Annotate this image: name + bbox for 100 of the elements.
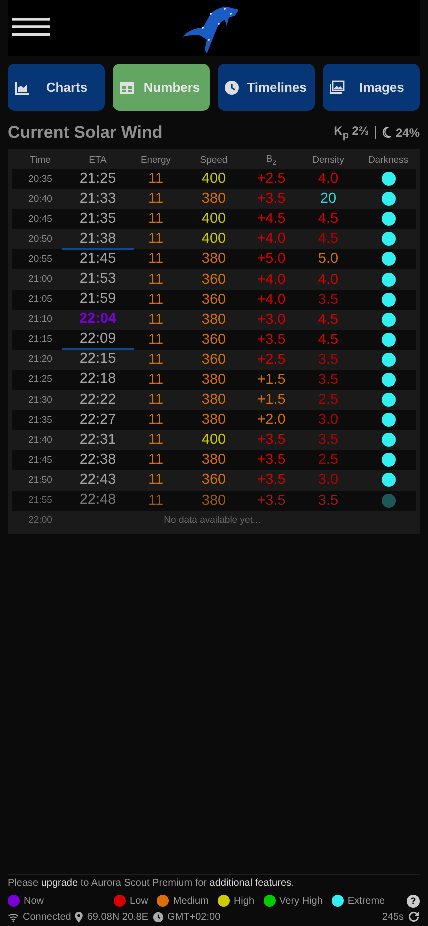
table-cell-text: 11 [147, 292, 165, 308]
table-cell-text: 400 [200, 231, 228, 248]
table-cell-text: 380 [200, 492, 228, 509]
table-cell-text: 21:45 [78, 250, 118, 269]
legend-label: Low [130, 896, 148, 906]
table-cell-text: 11 [147, 171, 165, 188]
table-cell-text: +1.5 [256, 372, 287, 388]
table-cell-text: 21:40 [28, 434, 54, 446]
legend-label: Medium [173, 896, 209, 906]
table-cell-text: 11 [147, 392, 165, 408]
location-text: 69.08N 20.8E [87, 912, 149, 922]
upgrade-notice: Please upgrade to Aurora Scout Premium for additional features. [8, 878, 296, 889]
column-header: Speed [199, 154, 229, 166]
table-cell-text: +2.5 [256, 352, 287, 368]
table-cell-text: 400 [200, 432, 228, 448]
table-cell-text: 11 [147, 412, 165, 428]
table-cell-text: 11 [147, 312, 165, 328]
legend-label: Now [24, 896, 44, 906]
moon-icon [382, 126, 392, 140]
moon-illumination: 24% [396, 126, 420, 140]
table-cell-text: +3.5 [256, 472, 287, 488]
table-cell-text: 3.0 [317, 472, 340, 488]
table-cell-text: +5.0 [256, 251, 287, 268]
table-cell-text: 21:55 [28, 495, 54, 506]
column-header: B$_{z}$ [265, 154, 278, 166]
table-cell-text: 11 [147, 191, 165, 208]
kp-index: K$_{p}$ 2⅔ [334, 124, 369, 142]
table-cell-text: 20:45 [28, 214, 54, 225]
table-cell-text: 21:30 [28, 394, 54, 406]
table-cell-text: 380 [200, 372, 228, 388]
table-cell-text: 11 [147, 272, 165, 288]
table-cell-text: 5.0 [317, 251, 340, 268]
table-cell-text: 11 [147, 492, 165, 509]
table-cell-text: +3.5 [256, 492, 287, 509]
table-cell-text: 360 [200, 472, 228, 488]
table-cell-text: 4.5 [317, 312, 340, 328]
legend-label: Very High [280, 896, 323, 906]
table-cell-text: 21:25 [78, 170, 118, 189]
table-cell-text: +4.5 [256, 211, 287, 228]
column-header: ETA [88, 154, 108, 166]
table-cell-text: +4.0 [256, 292, 287, 308]
images-icon [329, 80, 345, 96]
table-cell-text: 400 [200, 171, 228, 188]
column-header: Time [29, 154, 52, 166]
refresh-icon[interactable] [408, 911, 420, 923]
table-cell-text: 22:04 [78, 311, 118, 330]
tab[interactable]: Timelines [218, 64, 315, 111]
table-cell-text: 21:25 [28, 374, 54, 386]
menu-icon[interactable] [12, 18, 51, 37]
table-cell-text: 4.0 [317, 272, 340, 288]
table-cell-text: +4.0 [256, 272, 287, 288]
table-cell-text: 21:00 [28, 274, 54, 286]
table-cell-text: 21:50 [28, 474, 54, 486]
help-button[interactable]: ? [407, 894, 420, 908]
table-cell-text: 400 [200, 211, 228, 228]
legend-label: Extreme [348, 896, 386, 906]
table-cell-text: 21:53 [78, 271, 118, 290]
table-cell-text: 3.5 [317, 372, 340, 388]
table-cell-text: 11 [147, 432, 165, 448]
table-cell-text: 3.0 [317, 412, 340, 428]
table-cell-text: 380 [200, 251, 228, 268]
table-cell-text: 2.5 [317, 392, 340, 408]
table-cell-text: 22:22 [78, 392, 118, 410]
wifi-icon [8, 912, 19, 922]
legend-label: High [234, 896, 255, 906]
table-cell-text: 22:15 [78, 351, 118, 370]
table-cell-text: 3.5 [317, 492, 340, 509]
refresh-countdown: 245s [382, 912, 404, 922]
column-header: Energy [140, 154, 172, 166]
table-cell-text: +3.5 [256, 191, 287, 208]
table-cell-text: 20:50 [28, 234, 54, 245]
table-cell-text: 21:59 [78, 291, 118, 310]
table-cell-text: 11 [147, 352, 165, 368]
table-cell-text: 22:00 [28, 515, 54, 526]
table-cell-text: +4.0 [256, 231, 287, 248]
table-cell-text: 360 [200, 352, 228, 368]
table-cell-text: 21:35 [28, 414, 54, 426]
table-cell-text: 21:15 [28, 334, 54, 346]
table-cell-text: 11 [147, 452, 165, 468]
table-cell-text: 22:43 [78, 472, 118, 490]
table-cell-text: 11 [147, 211, 165, 228]
table-cell-text: 3.5 [317, 432, 340, 448]
table-cell-text: 22:38 [78, 452, 118, 470]
table-cell-text: 20 [319, 191, 338, 208]
table-cell-text: +3.0 [256, 312, 287, 328]
table-cell-text: 11 [147, 372, 165, 388]
table-cell-text: +2.5 [256, 171, 287, 188]
table-cell-text: 360 [200, 332, 228, 348]
column-header: Darkness [367, 154, 410, 166]
table-cell-text: 360 [200, 272, 228, 288]
tab[interactable]: Charts [8, 64, 105, 111]
table-cell-text: 380 [200, 452, 228, 468]
table-cell-text: 380 [200, 392, 228, 408]
table-cell-text: 22:31 [78, 432, 118, 450]
tab[interactable]: Images [323, 64, 420, 111]
table-cell-text: 380 [200, 412, 228, 428]
table-cell-text: 360 [200, 292, 228, 308]
table-cell-text: 11 [147, 251, 165, 268]
table-cell-text: 380 [200, 191, 228, 208]
table-cell-text: 20:55 [28, 254, 54, 265]
